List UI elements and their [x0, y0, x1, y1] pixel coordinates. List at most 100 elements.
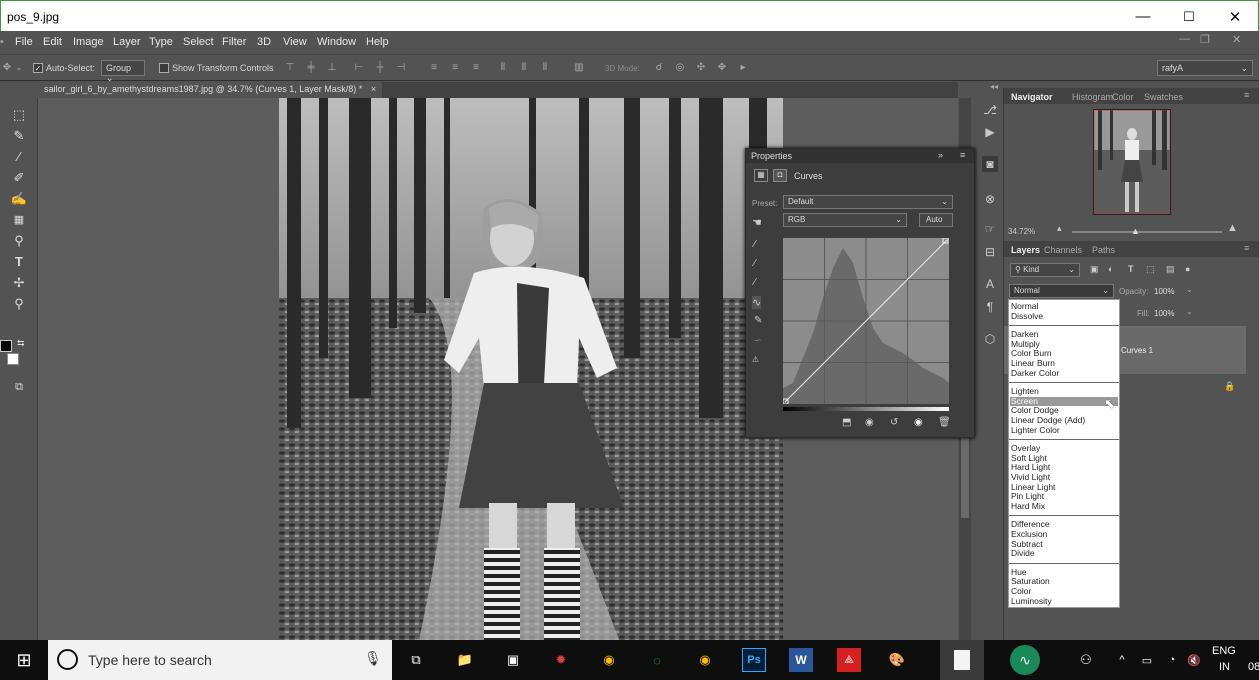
swap-colors-icon[interactable]: ⇆ [17, 338, 25, 349]
collapse-panels-icon[interactable]: ◂◂ [990, 82, 998, 91]
fill-chevron-icon[interactable]: ⌄ [1186, 307, 1193, 316]
adjustments-panel-icon[interactable]: ◙ [982, 156, 998, 172]
paragraph-panel-icon[interactable]: ¶ [982, 299, 998, 315]
delete-adjustment-icon[interactable]: 🗑 [938, 417, 951, 428]
custom-shape-tool-icon[interactable]: ✢ [10, 274, 28, 292]
auto-select-checkbox[interactable]: ✓ [33, 63, 43, 73]
fill-value[interactable]: 100% [1154, 309, 1174, 318]
tab-swatches[interactable]: Swatches [1144, 92, 1183, 102]
burn-tool-icon[interactable]: ⚲ [10, 232, 28, 250]
opacity-value[interactable]: 100% [1154, 287, 1174, 296]
distribute-top-icon[interactable]: ≡ [427, 61, 441, 75]
chrome-icon-2[interactable]: ◉ [691, 646, 719, 674]
gradient-tool-icon[interactable]: ▦ [10, 211, 28, 229]
auto-select-dropdown[interactable]: Group ⌄ [101, 60, 145, 83]
mask-icon[interactable]: ◘ [773, 169, 787, 182]
navigator-thumbnail[interactable] [1093, 109, 1171, 215]
close-button[interactable]: ✕ [1212, 1, 1258, 32]
blend-mode-option[interactable]: Divide [1010, 549, 1118, 559]
zoom-tool-icon[interactable]: ⚲ [10, 295, 28, 313]
menu-help[interactable]: Help [366, 36, 389, 48]
align-right-icon[interactable]: ⊣ [394, 61, 408, 75]
gray-point-eyedropper-icon[interactable]: ⁄ [754, 258, 756, 269]
zoom-in-icon[interactable]: ▲ [1227, 222, 1238, 234]
word-icon[interactable]: W [789, 648, 813, 672]
opacity-chevron-icon[interactable]: ⌄ [1186, 285, 1193, 294]
maximize-button[interactable]: ☐ [1166, 1, 1212, 32]
eyedropper-tool-icon[interactable]: ⁄ [10, 148, 28, 166]
layer-filter-dropdown[interactable]: ⚲ Kind ⌄ [1010, 263, 1080, 277]
doc-restore-button[interactable]: ❐ [1200, 33, 1210, 46]
align-bottom-icon[interactable]: ⊥ [325, 61, 339, 75]
auto-align-icon[interactable]: ▥ [572, 61, 586, 75]
screen-mode-icon[interactable]: ⧉ [10, 378, 28, 396]
brush-settings-panel-icon[interactable]: ⊟ [982, 244, 998, 260]
adjustment-icon[interactable]: ▦ [754, 169, 768, 182]
3d-panel-icon[interactable]: ⬡ [982, 331, 998, 347]
document-image[interactable] [279, 98, 783, 640]
visibility-eye-icon[interactable]: ◉ [914, 417, 923, 428]
distribute-vcenter-icon[interactable]: ≡ [448, 61, 462, 75]
file-explorer-icon[interactable]: 📁 [451, 646, 479, 674]
zoom-slider[interactable] [1072, 231, 1222, 233]
menu-3d[interactable]: 3D [257, 36, 271, 48]
smooth-icon[interactable]: ∽ [754, 335, 762, 346]
language-top[interactable]: ENG [1212, 645, 1236, 657]
volume-mute-icon[interactable]: 🔇 [1180, 646, 1208, 674]
3d-orbit-icon[interactable]: ☌ [652, 61, 666, 75]
clip-to-layer-icon[interactable]: ⬒ [842, 417, 851, 428]
3d-slide-icon[interactable]: ✥ [715, 61, 729, 75]
acrobat-icon[interactable]: ⟁ [837, 648, 861, 672]
zoom-out-icon[interactable]: ▴ [1057, 223, 1062, 234]
menu-view[interactable]: View [283, 36, 307, 48]
filter-adjustment-icon[interactable]: ◐ [1108, 264, 1113, 274]
distribute-right-icon[interactable]: ⦀ [538, 61, 552, 75]
filter-pixel-icon[interactable]: ▣ [1090, 264, 1099, 275]
3d-pan-icon[interactable]: ✣ [694, 61, 708, 75]
clipping-warning-icon[interactable]: ⚠ [752, 355, 759, 364]
doc-close-button[interactable]: ✕ [1232, 33, 1241, 46]
curve-point-edit-icon[interactable]: ∿ [752, 296, 762, 309]
active-app-highlight[interactable] [940, 640, 984, 680]
align-top-icon[interactable]: ⊤ [283, 61, 297, 75]
align-vcenter-icon[interactable]: ╪ [304, 61, 318, 75]
paint-app-icon[interactable]: 🎨 [883, 646, 911, 674]
activity-monitor-icon[interactable]: ∿ [1010, 645, 1040, 675]
microphone-icon[interactable]: 🎙 [364, 650, 382, 667]
history-brush-tool-icon[interactable]: ✍ [10, 190, 28, 208]
menu-type[interactable]: Type [149, 36, 173, 48]
document-tab[interactable]: sailor_girl_6_by_amethystdreams1987.jpg … [38, 82, 383, 98]
blend-mode-option[interactable]: Darker Color [1010, 368, 1118, 379]
tool-presets-panel-icon[interactable]: ☞ [982, 221, 998, 237]
filter-toggle-icon[interactable]: ● [1185, 264, 1190, 274]
channel-dropdown[interactable]: RGB ⌄ [783, 213, 907, 227]
type-tool-icon[interactable]: T [10, 253, 28, 271]
reset-icon[interactable]: ↺ [890, 417, 898, 428]
background-color-swatch[interactable] [7, 353, 19, 365]
blend-mode-option[interactable]: Dissolve [1010, 311, 1118, 322]
marquee-tool-icon[interactable]: ⬚ [10, 106, 28, 124]
properties-menu-icon[interactable]: ≡ [960, 150, 965, 160]
menu-edit[interactable]: Edit [43, 36, 62, 48]
layers-menu-icon[interactable]: ≡ [1244, 243, 1249, 253]
curves-graph[interactable] [783, 238, 949, 404]
foreground-color-swatch[interactable] [0, 340, 12, 352]
tab-layers[interactable]: Layers [1011, 245, 1040, 255]
filter-smart-object-icon[interactable]: ▤ [1166, 264, 1175, 275]
navigator-zoom-value[interactable]: 34.72% [1008, 227, 1035, 236]
blend-mode-option[interactable]: Lighter Color [1010, 425, 1118, 436]
3d-scale-icon[interactable]: ▸ [736, 61, 750, 75]
chrome-icon[interactable]: ◉ [595, 646, 623, 674]
auto-button[interactable]: Auto [919, 213, 953, 227]
distribute-bottom-icon[interactable]: ≡ [469, 61, 483, 75]
tab-histogram[interactable]: Histogram [1072, 92, 1113, 102]
pencil-draw-icon[interactable]: ✎ [754, 315, 762, 326]
targeted-adjustment-icon[interactable]: ☚ [752, 216, 762, 229]
spider-app-icon[interactable]: ✹ [547, 646, 575, 674]
filter-type-icon[interactable]: T [1128, 264, 1134, 274]
battery-icon[interactable]: ▭ [1133, 646, 1161, 674]
show-hidden-icons-icon[interactable]: ^ [1108, 646, 1136, 674]
clock[interactable]: 08 [1248, 661, 1259, 673]
tab-navigator[interactable]: Navigator [1011, 92, 1053, 102]
menu-file[interactable]: File [15, 36, 33, 48]
